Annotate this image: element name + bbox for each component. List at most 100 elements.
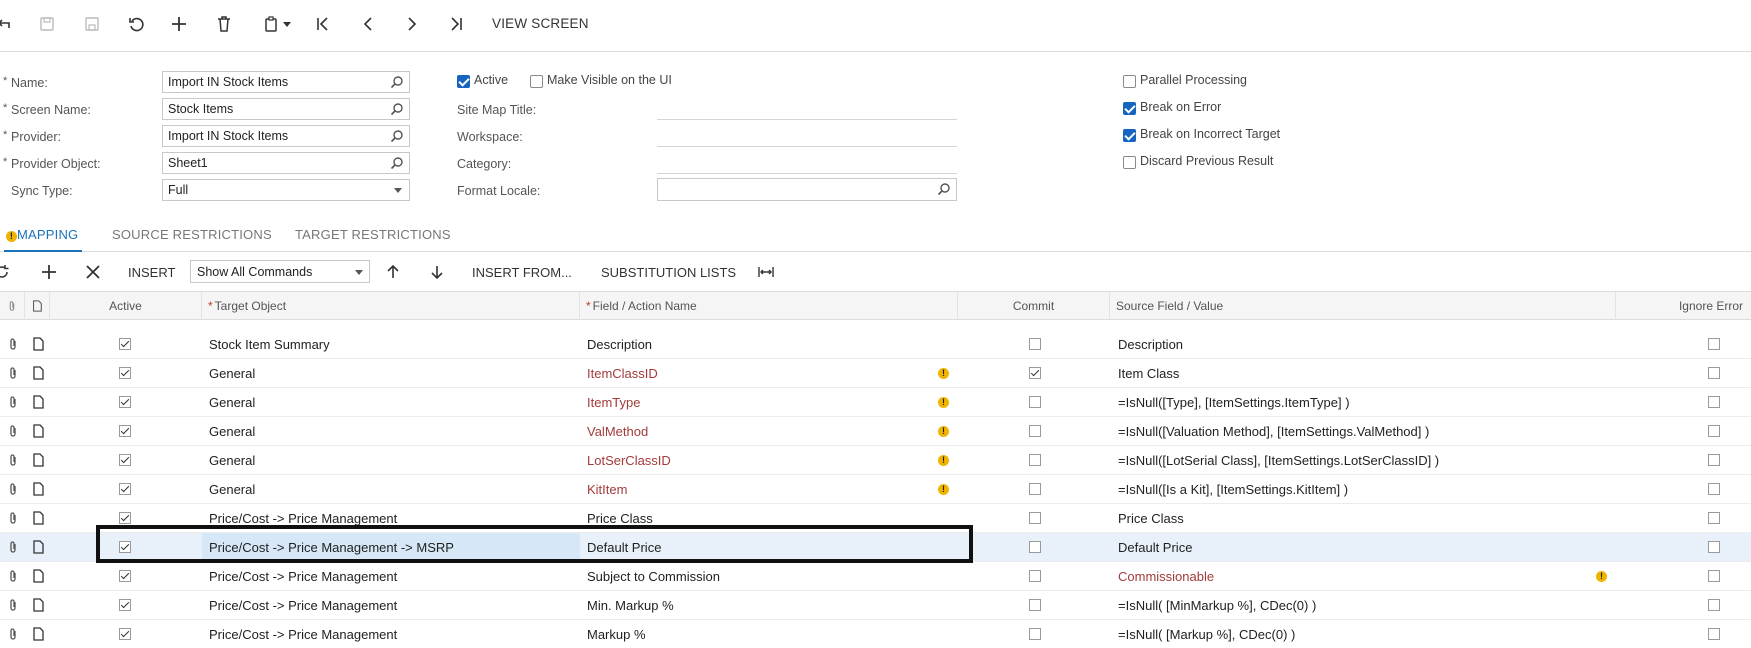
view-screen-button[interactable]: VIEW SCREEN bbox=[492, 16, 589, 31]
commit-checkbox[interactable] bbox=[1029, 512, 1041, 524]
table-row[interactable]: Price/Cost -> Price Management Subject to… bbox=[0, 562, 1751, 591]
source-field-cell[interactable]: =IsNull( [Markup %], CDec(0) ) bbox=[1118, 620, 1598, 648]
back-icon[interactable] bbox=[0, 12, 16, 36]
add-row-icon[interactable] bbox=[41, 262, 57, 282]
paperclip-icon[interactable] bbox=[6, 453, 20, 467]
next-record-icon[interactable] bbox=[400, 12, 424, 36]
field-action-cell[interactable]: Markup % bbox=[587, 620, 947, 648]
active-checkbox[interactable] bbox=[119, 396, 131, 408]
active-checkbox[interactable] bbox=[119, 454, 131, 466]
paperclip-icon[interactable] bbox=[6, 366, 20, 380]
source-field-cell[interactable]: Item Class bbox=[1118, 359, 1598, 388]
ignore-error-checkbox[interactable] bbox=[1708, 454, 1720, 466]
ignore-error-checkbox[interactable] bbox=[1708, 338, 1720, 350]
commit-checkbox[interactable] bbox=[1029, 338, 1041, 350]
active-checkbox[interactable] bbox=[119, 541, 131, 553]
parallel-processing-checkbox[interactable] bbox=[1123, 75, 1136, 88]
note-icon[interactable] bbox=[31, 424, 45, 438]
ignore-error-checkbox[interactable] bbox=[1708, 512, 1720, 524]
target-object-cell[interactable]: Price/Cost -> Price Management bbox=[202, 562, 580, 591]
provider-object-field[interactable]: Sheet1 bbox=[162, 152, 410, 174]
search-icon[interactable] bbox=[390, 129, 404, 143]
search-icon[interactable] bbox=[937, 182, 951, 196]
clipboard-icon[interactable] bbox=[258, 12, 294, 36]
paperclip-icon[interactable] bbox=[6, 424, 20, 438]
target-object-cell[interactable]: Price/Cost -> Price Management bbox=[202, 591, 580, 620]
ignore-error-checkbox[interactable] bbox=[1708, 599, 1720, 611]
field-action-cell[interactable]: KitItem bbox=[587, 475, 947, 504]
paperclip-icon[interactable] bbox=[6, 627, 20, 641]
note-icon[interactable] bbox=[31, 598, 45, 612]
previous-record-icon[interactable] bbox=[356, 12, 380, 36]
sync-type-select[interactable]: Full bbox=[162, 179, 410, 201]
active-checkbox[interactable] bbox=[119, 367, 131, 379]
source-field-cell[interactable]: =IsNull([LotSerial Class], [ItemSettings… bbox=[1118, 446, 1598, 475]
discard-previous-result-checkbox[interactable] bbox=[1123, 156, 1136, 169]
source-field-cell[interactable]: Default Price bbox=[1118, 533, 1598, 562]
tab-mapping[interactable]: ! MAPPING bbox=[6, 227, 78, 242]
target-object-cell[interactable]: Price/Cost -> Price Management bbox=[202, 504, 580, 533]
table-row[interactable]: Price/Cost -> Price Management Markup % =I… bbox=[0, 620, 1751, 648]
field-action-cell[interactable]: Description bbox=[587, 330, 947, 359]
table-row[interactable]: General ValMethod! =IsNull([Valuation Meth… bbox=[0, 417, 1751, 446]
field-action-cell[interactable]: Price Class bbox=[587, 504, 947, 533]
source-field-cell[interactable]: Price Class bbox=[1118, 504, 1598, 533]
commit-checkbox[interactable] bbox=[1029, 454, 1041, 466]
note-icon[interactable] bbox=[31, 511, 45, 525]
save-close-icon[interactable] bbox=[80, 12, 104, 36]
table-row[interactable]: General ItemType! =IsNull([Type], [ItemSet… bbox=[0, 388, 1751, 417]
target-object-cell[interactable]: Price/Cost -> Price Management bbox=[202, 620, 580, 648]
category-field[interactable] bbox=[657, 173, 957, 174]
name-field[interactable]: Import IN Stock Items bbox=[162, 71, 410, 93]
commands-filter-select[interactable]: Show All Commands bbox=[190, 260, 370, 283]
break-on-error-checkbox[interactable] bbox=[1123, 102, 1136, 115]
make-visible-checkbox[interactable] bbox=[530, 75, 543, 88]
commit-checkbox[interactable] bbox=[1029, 541, 1041, 553]
fit-columns-icon[interactable] bbox=[758, 262, 774, 282]
paperclip-icon[interactable] bbox=[6, 395, 20, 409]
delete-row-icon[interactable] bbox=[85, 262, 101, 282]
target-object-cell[interactable]: Price/Cost -> Price Management -> MSRP bbox=[202, 533, 580, 562]
source-field-cell[interactable]: =IsNull([Is a Kit], [ItemSettings.KitIte… bbox=[1118, 475, 1598, 504]
break-on-incorrect-target-checkbox[interactable] bbox=[1123, 129, 1136, 142]
last-record-icon[interactable] bbox=[444, 12, 468, 36]
table-row[interactable]: Price/Cost -> Price Management Min. Marku… bbox=[0, 591, 1751, 620]
note-icon[interactable] bbox=[31, 395, 45, 409]
commit-column-header[interactable]: Commit bbox=[958, 292, 1110, 320]
commit-checkbox[interactable] bbox=[1029, 367, 1041, 379]
source-field-column-header[interactable]: Source Field / Value bbox=[1110, 292, 1616, 320]
paperclip-icon[interactable] bbox=[6, 569, 20, 583]
provider-field[interactable]: Import IN Stock Items bbox=[162, 125, 410, 147]
field-action-cell[interactable]: LotSerClassID bbox=[587, 446, 947, 475]
paperclip-icon[interactable] bbox=[6, 482, 20, 496]
note-icon[interactable] bbox=[31, 337, 45, 351]
commit-checkbox[interactable] bbox=[1029, 396, 1041, 408]
move-down-icon[interactable] bbox=[429, 262, 445, 282]
commit-checkbox[interactable] bbox=[1029, 628, 1041, 640]
paperclip-icon[interactable] bbox=[6, 337, 20, 351]
table-row[interactable]: General KitItem! =IsNull([Is a Kit], [Item… bbox=[0, 475, 1751, 504]
target-object-cell[interactable]: General bbox=[202, 388, 580, 417]
first-record-icon[interactable] bbox=[311, 12, 335, 36]
active-checkbox[interactable] bbox=[119, 512, 131, 524]
insert-from-button[interactable]: INSERT FROM... bbox=[472, 265, 572, 280]
target-object-cell[interactable]: Stock Item Summary bbox=[202, 330, 580, 359]
note-icon[interactable] bbox=[31, 540, 45, 554]
field-action-cell[interactable]: Subject to Commission bbox=[587, 562, 947, 591]
ignore-error-column-header[interactable]: Ignore Error bbox=[1616, 292, 1751, 320]
note-icon[interactable] bbox=[31, 482, 45, 496]
table-row[interactable]: Price/Cost -> Price Management Price Clas… bbox=[0, 504, 1751, 533]
site-map-title-field[interactable] bbox=[657, 119, 957, 120]
note-icon[interactable] bbox=[31, 627, 45, 641]
undo-icon[interactable] bbox=[124, 12, 148, 36]
source-field-cell[interactable]: =IsNull([Type], [ItemSettings.ItemType] … bbox=[1118, 388, 1598, 417]
note-icon[interactable] bbox=[31, 366, 45, 380]
table-row[interactable]: General LotSerClassID! =IsNull([LotSerial … bbox=[0, 446, 1751, 475]
refresh-icon[interactable] bbox=[0, 262, 10, 282]
paperclip-icon[interactable] bbox=[6, 511, 20, 525]
table-row[interactable]: Price/Cost -> Price Management -> MSRP De… bbox=[0, 533, 1751, 562]
source-field-cell[interactable]: =IsNull([Valuation Method], [ItemSetting… bbox=[1118, 417, 1598, 446]
workspace-field[interactable] bbox=[657, 146, 957, 147]
field-action-cell[interactable]: Min. Markup % bbox=[587, 591, 947, 620]
active-checkbox[interactable] bbox=[119, 338, 131, 350]
